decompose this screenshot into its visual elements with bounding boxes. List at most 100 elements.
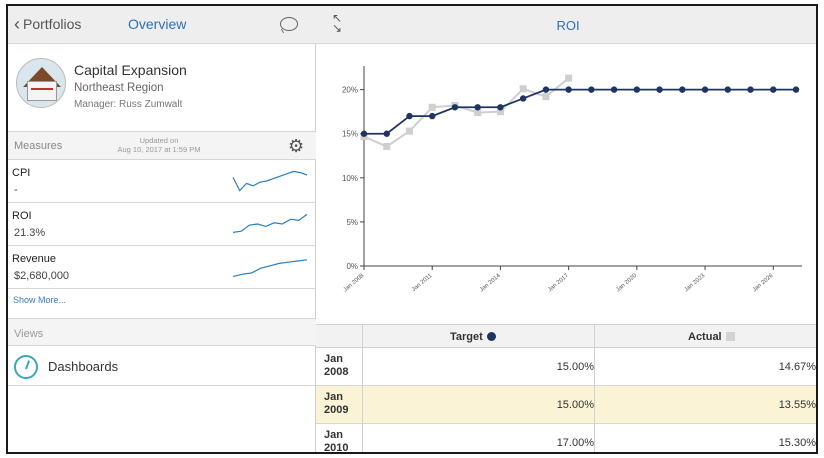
measure-row-revenue[interactable]: Revenue $2,680,000	[8, 246, 316, 289]
back-button[interactable]: ‹ Portfolios	[14, 14, 82, 34]
row-date-month: Jan	[324, 429, 343, 441]
table-row[interactable]: Jan 2010 17.00% 15.30%	[316, 424, 816, 454]
sign-shape	[27, 81, 57, 101]
sparkline-line	[232, 213, 308, 233]
dashboards-item[interactable]: Dashboards	[8, 346, 316, 386]
row-date: Jan 2010	[324, 429, 364, 454]
project-name: Capital Expansion	[74, 62, 187, 78]
roi-chart: 0% 5% 10% 15% 20% Jan 2008 Jan 2011 Jan 2014 Jan…	[342, 66, 802, 294]
table-row[interactable]: Jan 2008 15.00% 14.67%	[316, 348, 816, 386]
target-legend-dot	[486, 332, 496, 341]
target-point	[474, 104, 481, 111]
project-region: Northeast Region	[74, 82, 164, 94]
column-divider	[362, 325, 363, 347]
updated-line1: Updated on	[139, 136, 179, 145]
chat-bubble-icon[interactable]	[280, 17, 298, 31]
updated-line2: Aug 10, 2017 at 1:59 PM	[117, 145, 201, 154]
row-date: Jan 2008	[324, 353, 364, 379]
table-header: Target Actual	[316, 324, 816, 348]
measures-header-label: Measures	[14, 140, 63, 152]
target-point	[633, 86, 641, 93]
actual-series-line	[363, 77, 570, 148]
target-point	[747, 86, 754, 93]
x-tick-label: Jan 2020	[615, 273, 638, 294]
target-point	[429, 112, 436, 120]
row-date-month: Jan	[324, 353, 343, 365]
y-tick-label: 0%	[346, 262, 358, 271]
row-actual: 13.55%	[778, 399, 816, 411]
actual-legend-square	[725, 332, 735, 341]
sparkline-revenue	[232, 259, 308, 278]
column-divider	[594, 348, 595, 385]
measure-label: CPI	[12, 167, 31, 179]
measure-value: 21.3%	[14, 227, 46, 239]
back-label: Portfolios	[23, 16, 82, 32]
target-point	[406, 112, 413, 120]
chart-title: ROI	[556, 18, 580, 33]
gear-icon[interactable]: ⚙	[288, 137, 304, 155]
actual-point	[519, 85, 527, 93]
project-avatar	[16, 58, 66, 108]
target-header-label: Target	[450, 331, 483, 343]
measure-value: $2,680,000	[14, 270, 70, 282]
target-header[interactable]: Target	[450, 331, 496, 343]
x-tick-label: Jan 2023	[684, 273, 707, 294]
measure-label: ROI	[12, 210, 32, 222]
left-panel: ‹ Portfolios Overview Capital Expansion …	[8, 6, 316, 452]
target-point	[770, 86, 777, 93]
right-panel: ↖ ↘ ROI 0% 5% 10% 15% 20% Jan 2008 Jan 2011 Jan …	[316, 6, 816, 454]
project-manager: Manager: Russ Zumwalt	[74, 99, 183, 110]
target-point	[588, 86, 595, 93]
actual-point	[565, 74, 573, 82]
x-tick-label: Jan 2017	[547, 273, 570, 294]
target-point	[656, 86, 663, 93]
column-divider	[594, 424, 595, 452]
actual-point	[383, 143, 391, 151]
row-target: 17.00%	[556, 437, 594, 449]
row-actual: 14.67%	[778, 361, 816, 373]
target-point	[519, 95, 527, 102]
overview-title: Overview	[128, 16, 187, 32]
x-tick-label: Jan 2026	[752, 273, 775, 294]
dashboards-label: Dashboards	[48, 359, 119, 374]
measure-value: -	[14, 184, 18, 196]
views-header: Views	[8, 318, 316, 346]
chevron-left-icon: ‹	[14, 14, 20, 34]
target-point	[724, 86, 731, 93]
show-more-link[interactable]: Show More...	[13, 295, 66, 305]
gauge-icon	[14, 355, 38, 379]
row-date: Jan 2009	[324, 391, 364, 417]
target-point	[701, 86, 709, 93]
target-point	[383, 130, 390, 137]
actual-header[interactable]: Actual	[688, 331, 735, 343]
measure-row-cpi[interactable]: CPI -	[8, 160, 316, 203]
right-toolbar: ↖ ↘ ROI	[316, 6, 816, 44]
row-target: 15.00%	[556, 399, 594, 411]
measure-row-roi[interactable]: ROI 21.3%	[8, 203, 316, 246]
data-table: Target Actual Jan 2008 15.00% 14.67% Jan 2…	[316, 324, 816, 454]
target-point	[565, 86, 572, 93]
table-row-selected[interactable]: Jan 2009 15.00% 13.55%	[316, 386, 816, 424]
row-target: 15.00%	[556, 361, 594, 373]
target-point	[497, 104, 504, 111]
actual-point	[542, 93, 550, 101]
row-date-year: 2010	[324, 442, 349, 454]
column-divider	[594, 325, 595, 347]
actual-header-label: Actual	[688, 331, 722, 343]
target-point	[610, 86, 618, 93]
left-toolbar: ‹ Portfolios Overview	[8, 6, 316, 44]
actual-point	[428, 103, 436, 111]
measure-label: Revenue	[12, 253, 57, 265]
y-tick-label: 10%	[342, 174, 358, 183]
measures-header: Measures Updated on Aug 10, 2017 at 1:59…	[8, 132, 316, 160]
target-point	[451, 104, 459, 111]
row-date-year: 2009	[324, 404, 349, 416]
sparkline-line	[232, 259, 308, 278]
x-tick-label: Jan 2008	[343, 273, 366, 294]
actual-point	[405, 127, 413, 135]
target-point	[542, 86, 550, 93]
project-card[interactable]: Capital Expansion Northeast Region Manag…	[8, 44, 316, 132]
app-window: ‹ Portfolios Overview Capital Expansion …	[6, 4, 818, 454]
sparkline-roi	[232, 213, 308, 233]
row-date-month: Jan	[324, 391, 343, 403]
